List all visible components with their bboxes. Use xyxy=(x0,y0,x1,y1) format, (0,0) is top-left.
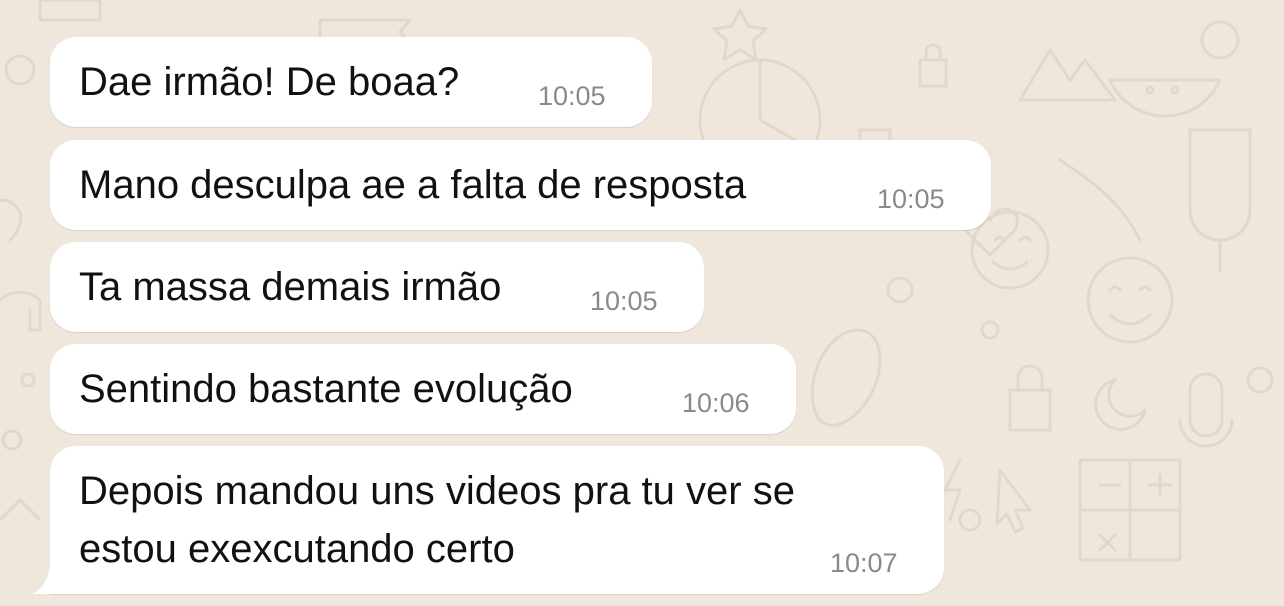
message-text: Ta massa demais irmão xyxy=(79,265,502,309)
message-timestamp: 10:07 xyxy=(830,548,898,578)
message-text: Dae irmão! De boaa? xyxy=(79,60,460,104)
message-timestamp: 10:06 xyxy=(682,388,750,418)
message-text: Sentindo bastante evolução xyxy=(79,367,573,411)
message-text-line-2: estou exexcutando certo xyxy=(79,527,515,571)
message-timestamp: 10:05 xyxy=(877,184,945,214)
message-bubble[interactable]: Mano desculpa ae a falta de resposta 10:… xyxy=(50,140,991,230)
message-text: Mano desculpa ae a falta de resposta xyxy=(79,163,747,207)
chat-thread: Dae irmão! De boaa? 10:05 Mano desculpa … xyxy=(0,0,1284,606)
message-timestamp: 10:05 xyxy=(538,81,606,111)
message-bubble[interactable]: Dae irmão! De boaa? 10:05 xyxy=(50,37,652,127)
message-bubble[interactable]: Depois mandou uns videos pra tu ver se e… xyxy=(50,446,944,594)
message-text-line-1: Depois mandou uns videos pra tu ver se xyxy=(79,469,795,513)
bubble-tail-icon xyxy=(32,566,50,594)
message-bubble[interactable]: Sentindo bastante evolução 10:06 xyxy=(50,344,796,434)
message-bubble[interactable]: Ta massa demais irmão 10:05 xyxy=(50,242,704,332)
message-timestamp: 10:05 xyxy=(590,286,658,316)
